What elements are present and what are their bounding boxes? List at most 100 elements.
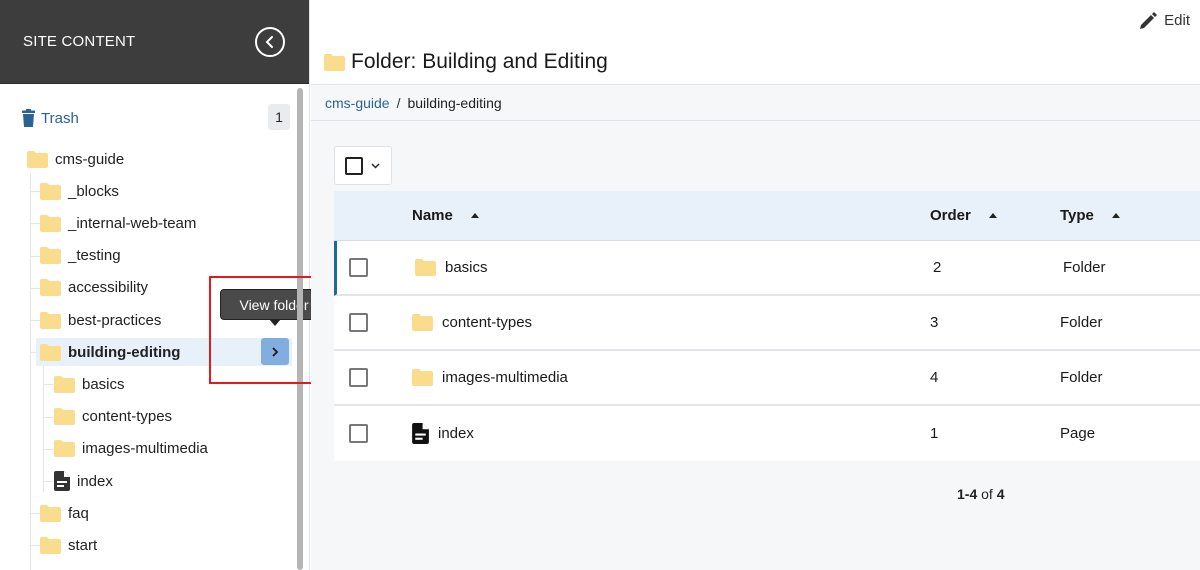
folder-icon bbox=[40, 311, 61, 329]
sidebar-scrollbar[interactable] bbox=[297, 88, 303, 570]
tree-item-label: best-practices bbox=[68, 311, 162, 329]
row-name-link[interactable]: content-types bbox=[412, 314, 532, 331]
row-name: basics bbox=[445, 259, 488, 276]
edit-button[interactable]: Edit bbox=[1139, 11, 1190, 30]
tree-item-accessibility[interactable]: accessibility bbox=[40, 274, 148, 302]
tree-guide-line bbox=[30, 287, 40, 289]
row-order: 1 bbox=[930, 425, 939, 442]
column-name-label: Name bbox=[412, 207, 453, 224]
row-checkbox[interactable] bbox=[349, 424, 368, 443]
tree-guide-line bbox=[30, 191, 40, 193]
table-row[interactable]: images-multimedia 4 Folder bbox=[334, 351, 1200, 406]
tree-guide-line bbox=[43, 481, 53, 482]
folder-icon bbox=[40, 536, 61, 554]
column-order-label: Order bbox=[930, 207, 971, 224]
tree-item-label: content-types bbox=[82, 408, 173, 426]
trash-link[interactable]: Trash bbox=[22, 109, 79, 127]
row-order: 4 bbox=[930, 369, 939, 386]
table-row[interactable]: content-types 3 Folder bbox=[334, 296, 1200, 351]
folder-icon bbox=[40, 343, 61, 361]
chevron-left-icon bbox=[265, 35, 273, 48]
page-icon bbox=[54, 471, 70, 491]
pencil-icon bbox=[1140, 12, 1158, 29]
folder-icon bbox=[27, 150, 48, 168]
tree-guide-line bbox=[43, 384, 53, 386]
tree-item-building-editing[interactable]: building-editing bbox=[36, 338, 292, 367]
folder-icon bbox=[40, 504, 61, 522]
sidebar: SITE CONTENT Trash 1 cms-guide _blocks _in… bbox=[0, 0, 328, 570]
pagination-total: 4 bbox=[996, 486, 1005, 502]
folder-icon bbox=[54, 408, 75, 426]
tree-item-content-types[interactable]: content-types bbox=[54, 403, 172, 431]
tree-item-images-multimedia[interactable]: images-multimedia bbox=[54, 435, 208, 463]
breadcrumb-current: building-editing bbox=[407, 95, 502, 111]
tree-item-blocks[interactable]: _blocks bbox=[40, 177, 119, 205]
tree-item-best-practices[interactable]: best-practices bbox=[40, 306, 161, 334]
row-type: Folder bbox=[1060, 314, 1103, 331]
tree-item-label: images-multimedia bbox=[82, 440, 208, 458]
page-title-text: Folder: Building and Editing bbox=[351, 50, 608, 73]
select-all-dropdown[interactable] bbox=[334, 146, 392, 185]
folder-icon bbox=[324, 53, 345, 71]
trash-label: Trash bbox=[41, 109, 79, 127]
collapse-sidebar-button[interactable] bbox=[255, 26, 285, 57]
tree-guide-line bbox=[30, 320, 40, 321]
tree-item-basics[interactable]: basics bbox=[54, 370, 125, 398]
sort-ascending-icon bbox=[1111, 213, 1120, 218]
row-name-link[interactable]: index bbox=[412, 423, 474, 444]
tree-item-cms-guide[interactable]: cms-guide bbox=[27, 145, 124, 173]
trash-row: Trash 1 bbox=[22, 104, 290, 130]
trash-count-badge: 1 bbox=[268, 104, 290, 130]
trash-icon bbox=[22, 109, 35, 127]
tree-item-faq[interactable]: faq bbox=[40, 499, 89, 527]
tree-item-label: index bbox=[77, 472, 113, 490]
row-name: content-types bbox=[442, 314, 533, 331]
table-row[interactable]: basics 2 Folder bbox=[334, 241, 1200, 296]
table-body: basics 2 Folder content-types 3 Folder images-… bbox=[334, 241, 1200, 461]
tree-guide-line bbox=[30, 513, 40, 515]
breadcrumb-link-cms-guide[interactable]: cms-guide bbox=[325, 95, 390, 111]
tree-item-label: _blocks bbox=[68, 182, 119, 200]
table-header: Name Order Type bbox=[334, 191, 1200, 241]
table-row[interactable]: index 1 Page bbox=[334, 406, 1200, 461]
row-checkbox[interactable] bbox=[349, 313, 368, 332]
column-header-order[interactable]: Order bbox=[930, 207, 997, 224]
tree-item-internal-web-team[interactable]: _internal-web-team bbox=[40, 209, 196, 237]
column-header-type[interactable]: Type bbox=[1060, 207, 1120, 224]
chevron-down-icon bbox=[371, 163, 380, 168]
main-content: Edit Folder: Building and Editing cms-gu… bbox=[311, 0, 1200, 570]
pagination-of: of bbox=[981, 486, 993, 502]
tree-item-label: faq bbox=[68, 504, 89, 522]
row-order: 2 bbox=[933, 259, 942, 276]
folder-icon bbox=[40, 214, 61, 232]
tree-item-label: accessibility bbox=[68, 279, 149, 297]
app: SITE CONTENT Trash 1 cms-guide _blocks _in… bbox=[0, 0, 1200, 570]
select-all-checkbox[interactable] bbox=[345, 156, 363, 175]
folder-icon bbox=[40, 247, 61, 265]
tree-item-label: cms-guide bbox=[55, 150, 125, 168]
tree-item-start[interactable]: start bbox=[40, 531, 97, 559]
tree-guide-line bbox=[30, 174, 31, 570]
tree-item-index[interactable]: index bbox=[54, 467, 113, 495]
content-table: Name Order Type basics 2 Folder content-typ… bbox=[334, 191, 1200, 461]
folder-icon bbox=[415, 259, 436, 276]
tree-item-label: start bbox=[68, 536, 98, 554]
column-header-name[interactable]: Name bbox=[412, 207, 479, 224]
tree-guide-line bbox=[30, 255, 40, 257]
sidebar-title: SITE CONTENT bbox=[23, 33, 136, 50]
folder-icon bbox=[412, 314, 433, 331]
row-name-link[interactable]: basics bbox=[415, 259, 488, 276]
pagination-range: 1-4 bbox=[957, 486, 978, 502]
row-name-link[interactable]: images-multimedia bbox=[412, 369, 568, 386]
page-icon bbox=[412, 423, 429, 444]
view-folder-button[interactable] bbox=[261, 338, 289, 365]
row-type: Folder bbox=[1063, 259, 1106, 276]
tree-guide-line bbox=[43, 448, 53, 450]
row-checkbox[interactable] bbox=[349, 258, 368, 277]
tree-item-label: _internal-web-team bbox=[68, 214, 197, 232]
tree-item-label: _testing bbox=[68, 247, 121, 265]
tree-guide-line bbox=[43, 416, 53, 418]
row-checkbox[interactable] bbox=[349, 368, 368, 387]
row-type: Folder bbox=[1060, 369, 1103, 386]
tree-item-testing[interactable]: _testing bbox=[40, 242, 121, 270]
